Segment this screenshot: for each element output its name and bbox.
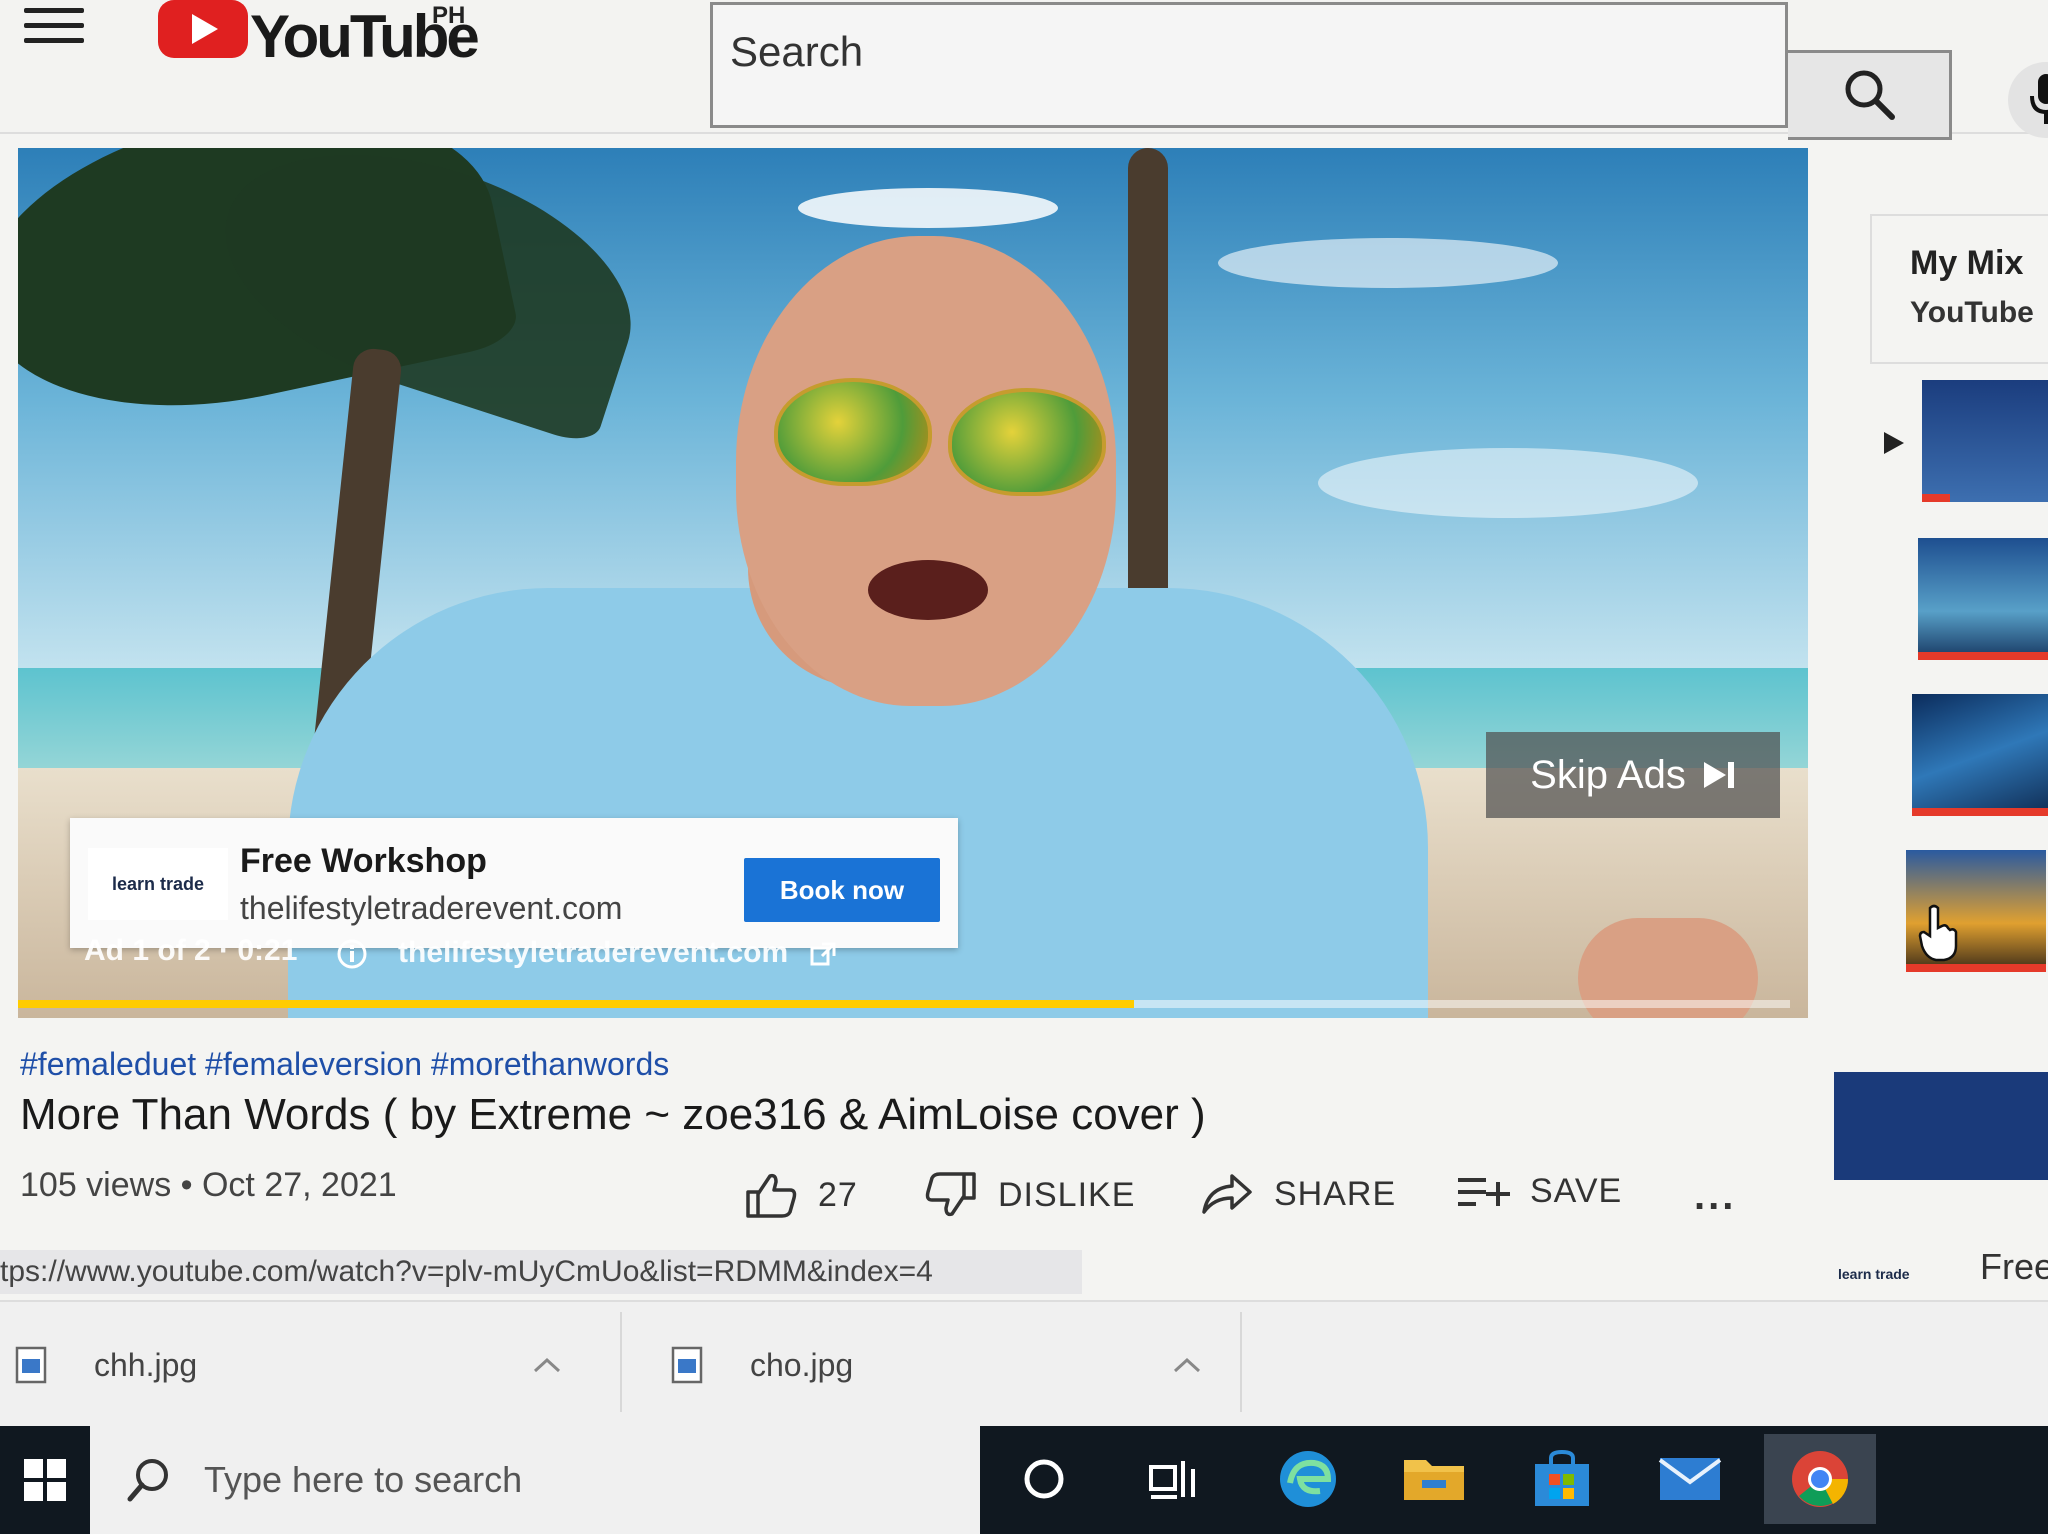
playlist-thumbnail[interactable] bbox=[1912, 694, 2048, 816]
video-frame-sunglasses bbox=[948, 388, 1106, 496]
image-file-icon bbox=[15, 1346, 47, 1384]
share-button[interactable]: SHARE bbox=[1200, 1172, 1396, 1216]
windows-logo-icon bbox=[24, 1459, 66, 1501]
store-bag-icon bbox=[1535, 1450, 1589, 1506]
advertiser-logo-text: trade bbox=[160, 873, 205, 894]
now-playing-icon bbox=[1884, 432, 1904, 454]
skip-next-icon bbox=[1703, 762, 1734, 788]
mix-subtitle: YouTube bbox=[1910, 296, 2034, 329]
video-player[interactable]: learn trade Free Workshop thelifestyletr… bbox=[18, 148, 1808, 1018]
download-filename: chh.jpg bbox=[94, 1346, 198, 1383]
chrome-icon bbox=[1792, 1451, 1849, 1507]
cortana-icon bbox=[1024, 1459, 1064, 1499]
image-file-icon bbox=[671, 1346, 703, 1384]
book-now-button[interactable]: Book now bbox=[744, 858, 940, 922]
share-label: SHARE bbox=[1274, 1174, 1397, 1213]
edge-browser-icon bbox=[1280, 1451, 1336, 1507]
download-divider bbox=[1240, 1312, 1242, 1412]
playlist-thumbnail[interactable] bbox=[1918, 538, 2048, 660]
search-button[interactable] bbox=[1788, 50, 1952, 140]
video-title: More Than Words ( by Extreme ~ zoe316 & … bbox=[20, 1090, 1206, 1139]
skip-ads-button[interactable]: Skip Ads bbox=[1486, 732, 1780, 818]
like-button[interactable]: 27 bbox=[744, 1172, 858, 1218]
ad-link[interactable]: thelifestyletraderevent.com bbox=[398, 936, 788, 970]
ad-title[interactable]: Free Workshop bbox=[240, 842, 487, 881]
region-code: PH bbox=[432, 2, 466, 29]
thumbs-up-icon bbox=[746, 1173, 797, 1218]
advertiser-logo-text: trade bbox=[1875, 1266, 1910, 1282]
ad-url[interactable]: thelifestyletraderevent.com bbox=[240, 890, 622, 927]
ad-counter: Ad 1 of 2 · 0:21 bbox=[84, 934, 298, 967]
download-divider bbox=[620, 1312, 622, 1412]
task-view-icon bbox=[1149, 1461, 1195, 1499]
like-count: 27 bbox=[818, 1175, 858, 1214]
ad-overlay-card[interactable]: learn trade Free Workshop thelifestyletr… bbox=[70, 818, 958, 948]
youtube-logo-icon[interactable] bbox=[158, 0, 248, 58]
info-icon[interactable] bbox=[336, 938, 368, 970]
add-to-playlist-icon bbox=[1458, 1177, 1510, 1206]
mix-playlist-header[interactable] bbox=[1870, 214, 2048, 364]
sidebar-promo-card[interactable] bbox=[1834, 1072, 2048, 1180]
video-frame-person bbox=[868, 560, 988, 620]
edge-button[interactable] bbox=[1260, 1434, 1356, 1524]
more-actions-button[interactable]: ... bbox=[1694, 1174, 1736, 1219]
file-explorer-button[interactable] bbox=[1386, 1434, 1482, 1524]
chevron-up-icon[interactable] bbox=[1172, 1355, 1202, 1375]
sidebar-ad[interactable]: learn trade Free bbox=[1828, 1240, 2048, 1300]
download-item[interactable]: chh.jpg bbox=[14, 1316, 574, 1414]
search-placeholder: Search bbox=[730, 28, 864, 75]
status-bar-url: tps://www.youtube.com/watch?v=plv-mUyCmU… bbox=[0, 1250, 1082, 1294]
microphone-icon bbox=[2030, 74, 2048, 124]
download-item[interactable]: cho.jpg bbox=[670, 1316, 1210, 1414]
sidebar-ad-title[interactable]: Free bbox=[1980, 1246, 2048, 1288]
video-frame-cloud bbox=[798, 188, 1058, 228]
chrome-button[interactable] bbox=[1764, 1434, 1876, 1524]
mail-button[interactable] bbox=[1642, 1434, 1738, 1524]
save-button[interactable]: SAVE bbox=[1456, 1172, 1622, 1211]
search-icon bbox=[127, 1459, 168, 1502]
download-filename: cho.jpg bbox=[750, 1346, 854, 1383]
start-button[interactable] bbox=[0, 1426, 90, 1534]
ad-progress-bar bbox=[18, 1000, 1134, 1008]
cortana-button[interactable] bbox=[996, 1434, 1092, 1524]
taskbar-search-box[interactable]: Type here to search bbox=[90, 1426, 980, 1534]
task-view-button[interactable] bbox=[1124, 1434, 1220, 1524]
save-label: SAVE bbox=[1530, 1172, 1623, 1210]
folder-icon bbox=[1404, 1460, 1464, 1500]
view-count-date: 105 views • Oct 27, 2021 bbox=[20, 1166, 397, 1204]
advertiser-logo: learn trade bbox=[88, 848, 228, 920]
hand-cursor-icon bbox=[1918, 904, 1958, 962]
chevron-up-icon[interactable] bbox=[532, 1355, 562, 1375]
video-frame-sunglasses bbox=[774, 378, 932, 486]
search-input[interactable] bbox=[710, 2, 1788, 128]
dislike-label: DISLIKE bbox=[998, 1175, 1136, 1214]
dislike-button[interactable]: DISLIKE bbox=[924, 1172, 1135, 1218]
advertiser-logo: learn trade bbox=[1838, 1266, 1910, 1282]
share-icon bbox=[1202, 1174, 1252, 1214]
store-button[interactable] bbox=[1514, 1434, 1610, 1524]
thumbs-down-icon bbox=[925, 1172, 976, 1217]
skip-ads-label: Skip Ads bbox=[1530, 752, 1686, 797]
external-link-icon[interactable] bbox=[810, 942, 836, 968]
video-frame-cloud bbox=[1318, 448, 1698, 518]
playlist-thumbnail[interactable] bbox=[1922, 380, 2048, 502]
menu-icon[interactable] bbox=[24, 8, 84, 48]
video-hashtags[interactable]: #femaleduet #femaleversion #morethanword… bbox=[20, 1046, 669, 1083]
mix-title[interactable]: My Mix bbox=[1910, 244, 2023, 283]
advertiser-logo-text: learn bbox=[1838, 1266, 1872, 1282]
mail-icon bbox=[1658, 1458, 1722, 1500]
search-icon bbox=[1845, 70, 1895, 120]
taskbar-search-placeholder: Type here to search bbox=[204, 1459, 523, 1500]
advertiser-logo-text: learn bbox=[111, 873, 155, 894]
video-frame-cloud bbox=[1218, 238, 1558, 288]
